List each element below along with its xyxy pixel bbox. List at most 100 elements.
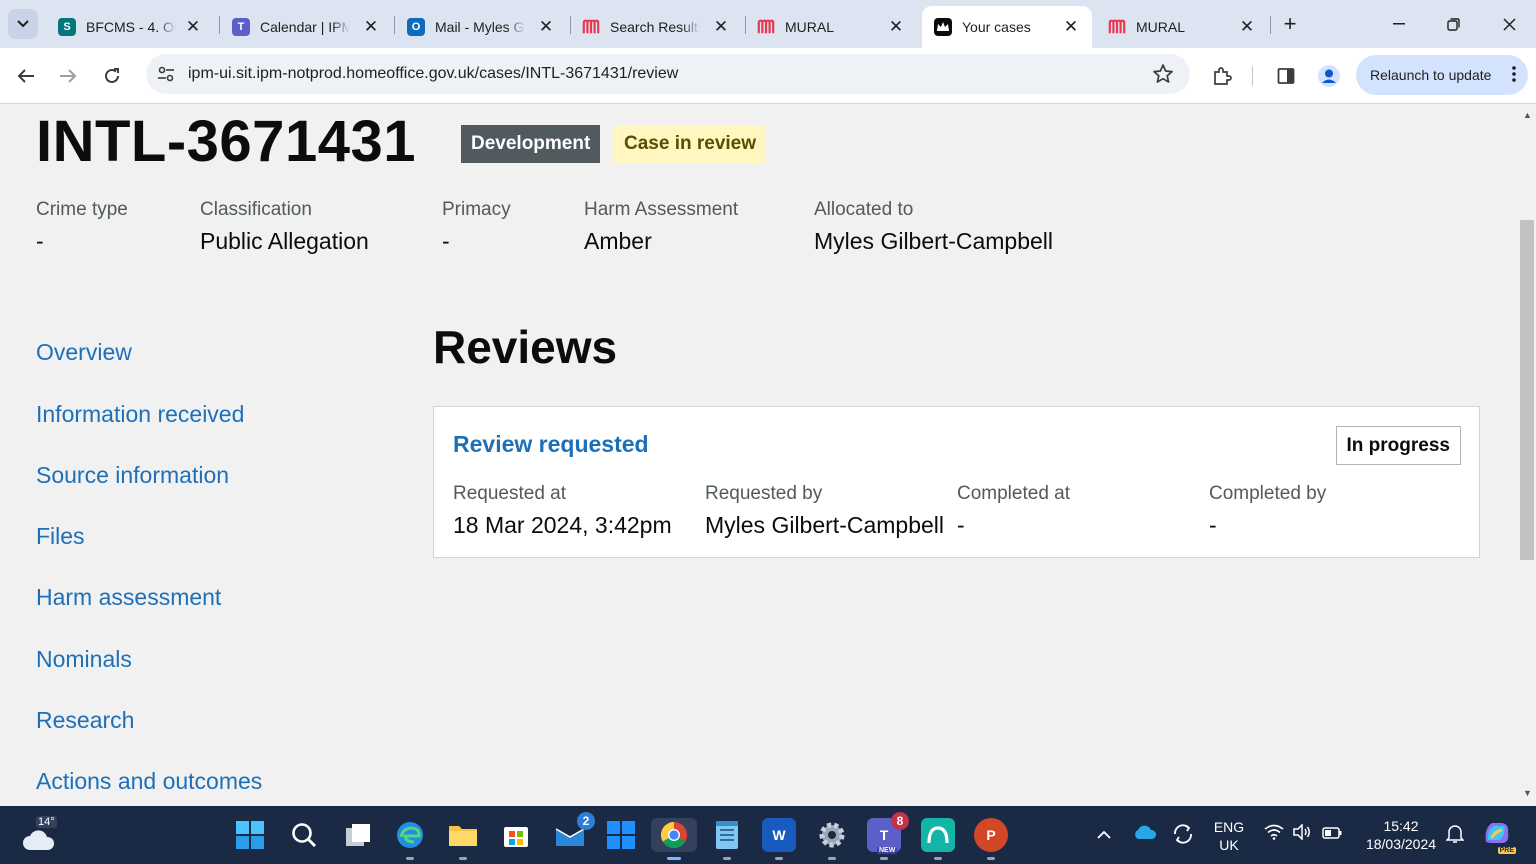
forward-button[interactable] xyxy=(52,60,84,92)
toolbar-divider xyxy=(1252,66,1253,86)
review-requested-link[interactable]: Review requested xyxy=(453,431,649,458)
browser-tab[interactable]: MURAL ✕ xyxy=(1096,6,1268,48)
nav-harm-assessment[interactable]: Harm assessment xyxy=(36,584,221,611)
completed-by-label: Completed by xyxy=(1209,483,1327,504)
browser-tab[interactable]: O Mail - Myles G ✕ xyxy=(395,6,567,48)
page-scrollbar[interactable]: ▲ ▼ xyxy=(1518,104,1536,806)
minimize-button[interactable] xyxy=(1372,0,1426,48)
file-explorer-app[interactable] xyxy=(446,818,480,860)
notepad-app[interactable] xyxy=(710,818,744,860)
browser-tab[interactable]: S BFCMS - 4. Ou ✕ xyxy=(46,6,214,48)
teams-icon: T xyxy=(879,827,889,843)
mural-icon xyxy=(757,18,775,36)
clock[interactable]: 15:42 18/03/2024 xyxy=(1356,817,1446,853)
nav-actions-and-outcomes[interactable]: Actions and outcomes xyxy=(36,768,262,795)
scroll-up-icon[interactable]: ▲ xyxy=(1523,110,1532,120)
browser-tab[interactable]: MURAL ✕ xyxy=(745,6,917,48)
nav-nominals[interactable]: Nominals xyxy=(36,646,132,673)
arch-icon xyxy=(927,826,949,844)
arrow-right-icon xyxy=(60,69,77,83)
back-button[interactable] xyxy=(10,60,42,92)
search-button[interactable] xyxy=(287,818,321,852)
battery-icon[interactable] xyxy=(1322,826,1342,844)
close-icon[interactable]: ✕ xyxy=(1062,17,1080,36)
url-text: ipm-ui.sit.ipm-notprod.homeoffice.gov.uk… xyxy=(188,65,679,82)
microsoft-365-app[interactable] xyxy=(604,818,638,852)
mail-badge: 2 xyxy=(577,812,595,830)
bookmark-star-icon[interactable] xyxy=(1152,63,1174,90)
cloud-icon xyxy=(23,830,55,850)
nav-files[interactable]: Files xyxy=(36,523,85,550)
close-icon[interactable]: ✕ xyxy=(184,17,202,36)
relaunch-to-update-button[interactable]: Relaunch to update xyxy=(1356,55,1528,95)
volume-icon[interactable] xyxy=(1292,823,1312,845)
close-icon[interactable]: ✕ xyxy=(712,17,730,36)
reviews-heading: Reviews xyxy=(433,321,618,373)
extensions-button[interactable] xyxy=(1206,60,1238,92)
minimize-icon xyxy=(1393,23,1405,25)
word-app[interactable]: W xyxy=(762,818,796,860)
task-view-button[interactable] xyxy=(341,818,375,852)
page-content: INTL-3671431 Development Case in review … xyxy=(0,104,1518,806)
region-text: UK xyxy=(1219,837,1239,853)
close-icon[interactable]: ✕ xyxy=(1238,17,1256,36)
microsoft-store-app[interactable] xyxy=(499,818,533,852)
sync-icon[interactable] xyxy=(1171,822,1195,851)
chrome-app[interactable] xyxy=(651,818,697,860)
preview-tag: PRE xyxy=(1497,847,1516,854)
app-running-indicator xyxy=(723,857,731,860)
crime-type-value: - xyxy=(36,228,44,254)
tab-title: BFCMS - 4. Ou xyxy=(86,19,176,35)
close-window-button[interactable] xyxy=(1482,0,1536,48)
app-running-indicator xyxy=(775,857,783,860)
chevron-up-icon[interactable] xyxy=(1097,826,1111,844)
grid-apps-icon xyxy=(607,821,635,849)
harm-assessment-label: Harm Assessment xyxy=(584,199,739,220)
site-settings-icon[interactable] xyxy=(156,64,176,89)
reload-button[interactable] xyxy=(96,60,128,92)
nav-overview[interactable]: Overview xyxy=(36,339,132,366)
notification-bell-icon[interactable] xyxy=(1445,824,1465,849)
app-running-indicator xyxy=(987,857,995,860)
settings-app[interactable] xyxy=(815,818,849,860)
scroll-down-icon[interactable]: ▼ xyxy=(1523,788,1532,798)
chevron-down-icon xyxy=(17,20,29,28)
profile-button[interactable] xyxy=(1313,60,1345,92)
nav-source-information[interactable]: Source information xyxy=(36,462,229,489)
onedrive-icon[interactable] xyxy=(1133,824,1157,845)
new-tab-button[interactable]: + xyxy=(1276,10,1304,38)
wifi-icon[interactable] xyxy=(1264,824,1284,845)
address-bar[interactable]: ipm-ui.sit.ipm-notprod.homeoffice.gov.uk… xyxy=(146,54,1190,94)
nav-research[interactable]: Research xyxy=(36,707,134,734)
browser-tab-active[interactable]: Your cases ✕ xyxy=(922,6,1092,48)
language-indicator[interactable]: ENG UK xyxy=(1210,818,1248,854)
browser-tab[interactable]: T Calendar | IPM ✕ xyxy=(220,6,392,48)
avatar-icon xyxy=(1318,65,1340,87)
tab-search-button[interactable] xyxy=(8,9,38,39)
edge-app[interactable] xyxy=(393,818,427,860)
tab-title: MURAL xyxy=(1136,19,1186,35)
copilot-button[interactable]: PRE xyxy=(1482,820,1516,854)
weather-widget[interactable]: 14° xyxy=(22,816,58,852)
app-tile[interactable] xyxy=(921,818,955,860)
mail-app[interactable]: 2 xyxy=(553,812,595,852)
scrollbar-thumb[interactable] xyxy=(1520,220,1534,560)
primacy-label: Primacy xyxy=(442,199,511,220)
teams-icon: T xyxy=(232,18,250,36)
teams-app[interactable]: T 8 NEW xyxy=(867,812,909,860)
harm-assessment-value: Amber xyxy=(584,228,652,254)
powerpoint-app[interactable]: P xyxy=(974,818,1008,860)
mural-icon xyxy=(1108,18,1126,36)
close-icon[interactable]: ✕ xyxy=(537,17,555,36)
review-card: Review requested In progress Requested a… xyxy=(433,406,1480,558)
nav-information-received[interactable]: Information received xyxy=(36,401,244,428)
close-icon[interactable]: ✕ xyxy=(887,17,905,36)
close-icon[interactable]: ✕ xyxy=(362,17,380,36)
tab-title: Your cases xyxy=(962,19,1031,35)
browser-tab[interactable]: Search Results ✕ xyxy=(570,6,742,48)
allocated-to-label: Allocated to xyxy=(814,199,914,220)
side-panel-button[interactable] xyxy=(1270,60,1302,92)
more-vert-icon[interactable] xyxy=(1512,66,1516,85)
start-button[interactable] xyxy=(233,818,267,852)
restore-button[interactable] xyxy=(1426,0,1480,48)
